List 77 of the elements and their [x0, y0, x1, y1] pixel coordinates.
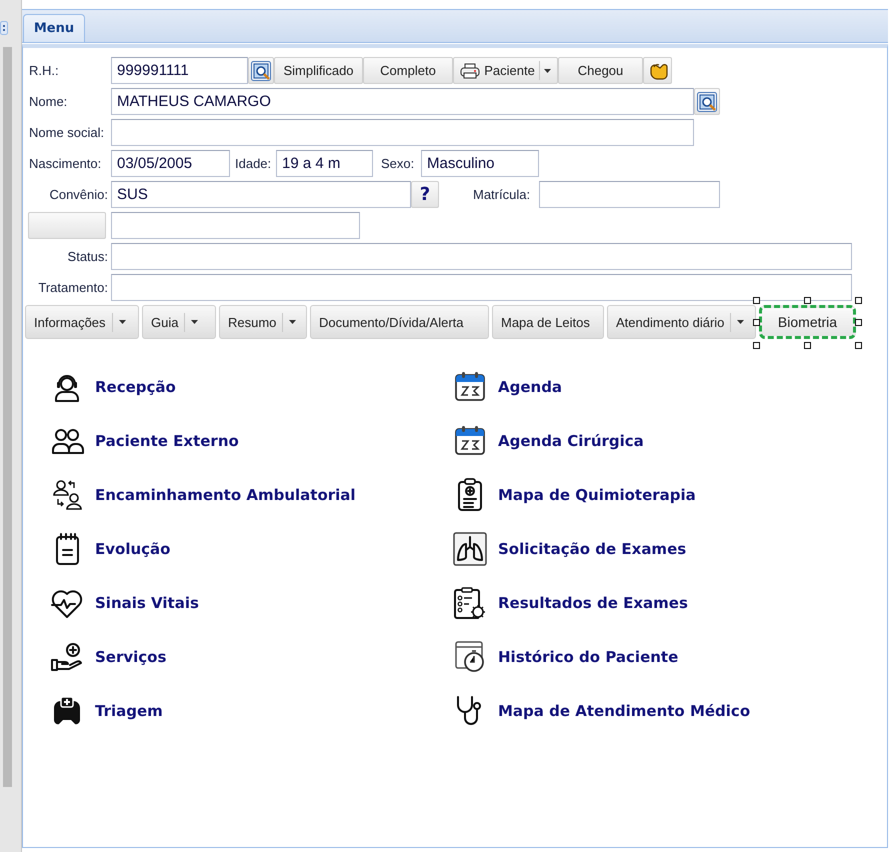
input-field[interactable]: 03/05/2005 — [111, 150, 230, 177]
field-label: Status: — [66, 249, 109, 264]
selection-handle — [855, 319, 862, 326]
selection-handle — [855, 342, 862, 349]
input-field[interactable]: Masculino — [421, 150, 539, 177]
field-label: Sexo: — [381, 156, 416, 171]
icon-button[interactable] — [694, 88, 720, 115]
button[interactable]: Biometria — [759, 305, 856, 339]
field-label: Idade: — [235, 156, 272, 171]
people-transfer-icon — [50, 478, 84, 512]
button[interactable]: Documento/Dívida/Alerta — [310, 305, 489, 339]
hand-plus-icon — [50, 640, 84, 674]
menu-link[interactable]: Mapa de Quimioterapia — [453, 478, 856, 512]
menu-link[interactable]: Evolução — [50, 532, 453, 566]
menu-link[interactable]: Resultados de Exames — [453, 586, 856, 620]
input-field[interactable]: MATHEUS CAMARGO — [111, 88, 694, 115]
split-button[interactable]: Resumo — [219, 305, 307, 339]
button[interactable]: Chegou — [558, 57, 643, 84]
selection-handle — [855, 297, 862, 304]
menu-link[interactable]: Encaminhamento Ambulatorial — [50, 478, 453, 512]
printer-icon — [460, 62, 480, 78]
calendar-icon — [453, 424, 487, 458]
selection-handle — [753, 297, 760, 304]
search-icon — [251, 60, 271, 80]
split-button[interactable]: Informações — [25, 305, 139, 339]
lungs-icon — [453, 532, 487, 566]
input-field[interactable]: SUS — [111, 181, 411, 208]
selection-handle — [804, 297, 810, 304]
field-label: Nome social: — [28, 125, 106, 140]
selection-handle — [753, 342, 760, 349]
input-field[interactable] — [111, 274, 852, 301]
button[interactable] — [28, 212, 106, 239]
caret-icon — [544, 68, 551, 72]
field-label: Convênio: — [48, 187, 109, 202]
caret-icon — [737, 320, 744, 324]
help-button[interactable]: ? — [411, 181, 439, 208]
split-button[interactable]: Guia — [142, 305, 216, 339]
clipboard-virus-icon — [453, 586, 487, 620]
icon-button[interactable] — [248, 57, 274, 84]
menu-link[interactable]: Mapa de Atendimento Médico — [453, 694, 856, 728]
menu-link[interactable]: Histórico do Paciente — [453, 640, 856, 674]
collapse-icon[interactable] — [0, 21, 8, 35]
field-label: R.H.: — [28, 63, 60, 78]
menu-link[interactable]: Paciente Externo — [50, 424, 453, 458]
search-icon — [697, 92, 717, 112]
menu-link[interactable]: Solicitação de Exames — [453, 532, 856, 566]
menu-link[interactable]: Agenda — [453, 370, 856, 404]
button[interactable]: Mapa de Leitos — [492, 305, 604, 339]
menu-link[interactable]: Sinais Vitais — [50, 586, 453, 620]
menu-link[interactable]: Recepção — [50, 370, 453, 404]
menu-tab[interactable]: Menu — [23, 14, 85, 42]
split-button[interactable]: Atendimento diário — [607, 305, 756, 339]
window-stopwatch-icon — [453, 640, 487, 674]
input-field[interactable]: 19 a 4 m — [276, 150, 373, 177]
split-button[interactable]: Paciente — [453, 57, 558, 84]
menu-link[interactable]: Agenda Cirúrgica — [453, 424, 856, 458]
input-field[interactable]: 999991111 — [111, 57, 248, 84]
field-label: Nascimento: — [28, 156, 102, 171]
menu-link[interactable]: Serviços — [50, 640, 453, 674]
icon-button[interactable] — [643, 57, 672, 84]
field-label: Nome: — [28, 94, 68, 109]
button[interactable]: Completo — [363, 57, 453, 84]
scrollbar[interactable] — [3, 47, 12, 787]
caret-icon — [289, 320, 296, 324]
button[interactable]: Simplificado — [274, 57, 363, 84]
input-field[interactable] — [111, 119, 694, 146]
input-field[interactable] — [111, 212, 360, 239]
field-label: Matrícula: — [473, 187, 532, 202]
input-field[interactable] — [111, 243, 852, 270]
selection-handle — [753, 319, 760, 326]
input-field[interactable] — [539, 181, 720, 208]
field-label: Tratamento: — [37, 280, 109, 295]
selection-handle — [804, 342, 810, 349]
caret-icon — [191, 320, 198, 324]
caret-icon — [118, 320, 126, 324]
calendar-icon — [453, 370, 487, 404]
menu-link[interactable]: Triagem — [50, 694, 453, 728]
